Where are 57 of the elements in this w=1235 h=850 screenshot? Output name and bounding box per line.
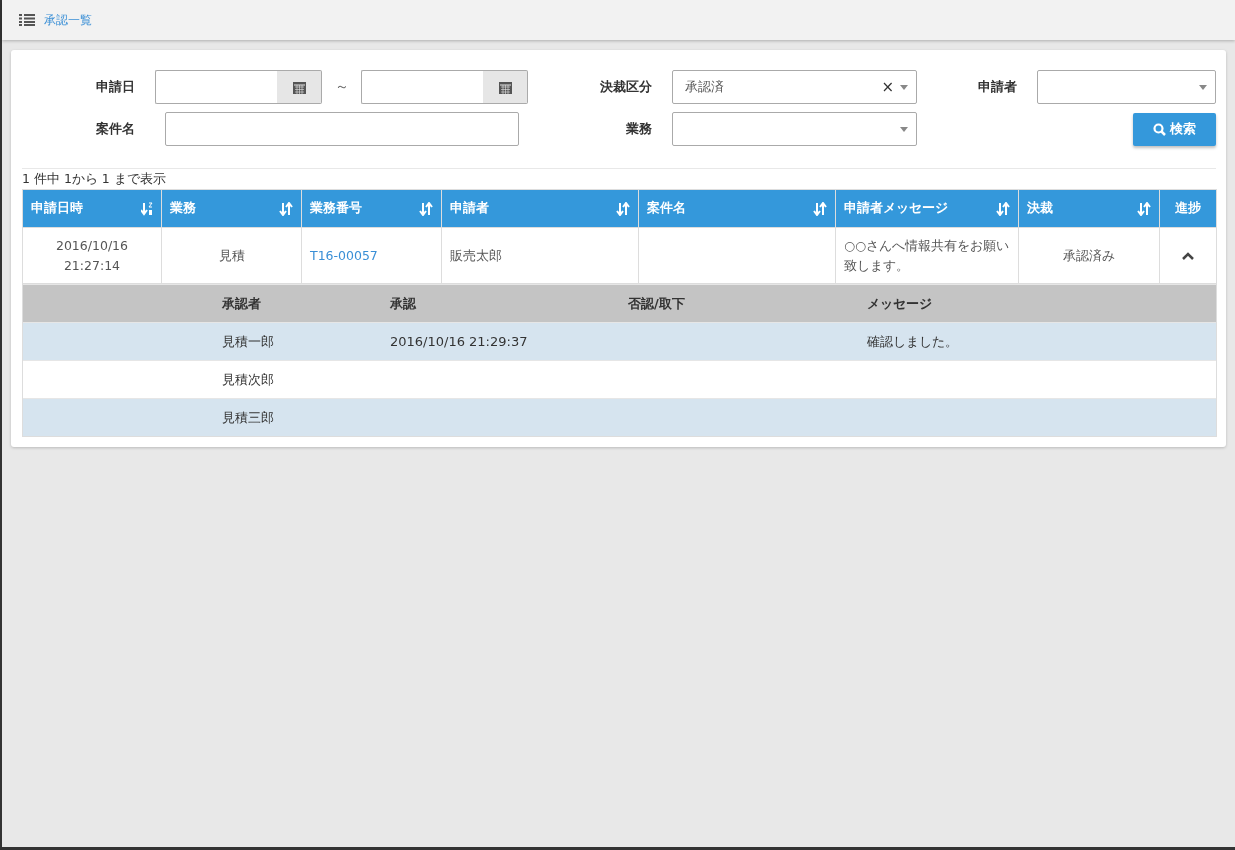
column-header-label: 業務 — [170, 200, 196, 217]
sort-ascending-icon[interactable] — [141, 201, 153, 216]
approval-column-header: 承認者 — [222, 284, 390, 323]
business-select[interactable] — [672, 112, 917, 146]
approval-cell: 2016/10/16 21:29:37 — [390, 322, 628, 361]
sort-icon[interactable] — [419, 201, 433, 216]
approval-column-header: メッセージ — [867, 284, 1217, 323]
column-header[interactable]: 申請者 — [441, 189, 639, 228]
column-header: 進捗 — [1159, 189, 1217, 228]
page-title-link[interactable]: 承認一覧 — [44, 11, 92, 29]
sort-icon[interactable] — [813, 201, 827, 216]
sort-icon[interactable] — [616, 201, 630, 216]
table-cell: 見積 — [161, 227, 302, 284]
clear-icon[interactable]: × — [881, 78, 894, 96]
column-header[interactable]: 案件名 — [638, 189, 836, 228]
approval-column-header: 否認/取下 — [628, 284, 867, 323]
approval-cell: 確認しました。 — [867, 322, 1217, 361]
column-header-label: 申請者 — [450, 200, 489, 217]
column-header-label: 案件名 — [647, 200, 686, 217]
column-header-label: 申請者メッセージ — [844, 200, 948, 217]
table-cell: 承認済み — [1018, 227, 1160, 284]
approval-cell: 見積一郎 — [222, 322, 390, 361]
business-number-link[interactable]: T16-00057 — [310, 247, 378, 263]
sort-icon[interactable] — [996, 201, 1010, 216]
column-header-label: 業務番号 — [310, 200, 362, 217]
caret-down-icon[interactable] — [900, 126, 908, 132]
field-label: 業務 — [625, 120, 652, 138]
approval-cell: 見積三郎 — [222, 398, 390, 436]
field-label: 決裁区分 — [599, 78, 652, 96]
caret-down-icon[interactable] — [1199, 84, 1207, 90]
range-separator: ～ — [333, 78, 350, 96]
applicant-select[interactable] — [1037, 70, 1216, 104]
list-icon — [19, 14, 35, 26]
table-cell: ○○さんへ情報共有をお願い致します。 — [835, 227, 1019, 284]
subject-input-field[interactable] — [165, 112, 519, 146]
result-summary: 1 件中 1から 1 まで表示 — [22, 171, 167, 188]
chevron-up-icon[interactable] — [1182, 251, 1194, 260]
column-header[interactable]: 申請日時 — [22, 189, 162, 228]
search-icon — [1153, 122, 1166, 136]
field-label: 申請者 — [977, 78, 1017, 96]
column-header[interactable]: 業務番号 — [301, 189, 442, 228]
decision-select[interactable]: 承認済 × — [672, 70, 917, 104]
field-label: 案件名 — [95, 120, 135, 138]
approval-cell: 見積次郎 — [222, 360, 390, 399]
column-header[interactable]: 決裁 — [1018, 189, 1160, 228]
caret-down-icon[interactable] — [900, 84, 908, 90]
field-label: 申請日 — [95, 78, 135, 96]
approval-column-header: 承認 — [390, 284, 628, 323]
table-cell: 販売太郎 — [441, 227, 639, 284]
column-header-label: 決裁 — [1027, 200, 1053, 217]
column-header-label: 申請日時 — [31, 200, 83, 217]
search-button[interactable]: 検索 — [1133, 112, 1216, 146]
sort-icon[interactable] — [279, 201, 293, 216]
sort-icon[interactable] — [1137, 201, 1151, 216]
column-header[interactable]: 申請者メッセージ — [835, 189, 1019, 228]
table-cell: 2016/10/16 21:27:14 — [22, 227, 162, 284]
column-header[interactable]: 業務 — [161, 189, 302, 228]
